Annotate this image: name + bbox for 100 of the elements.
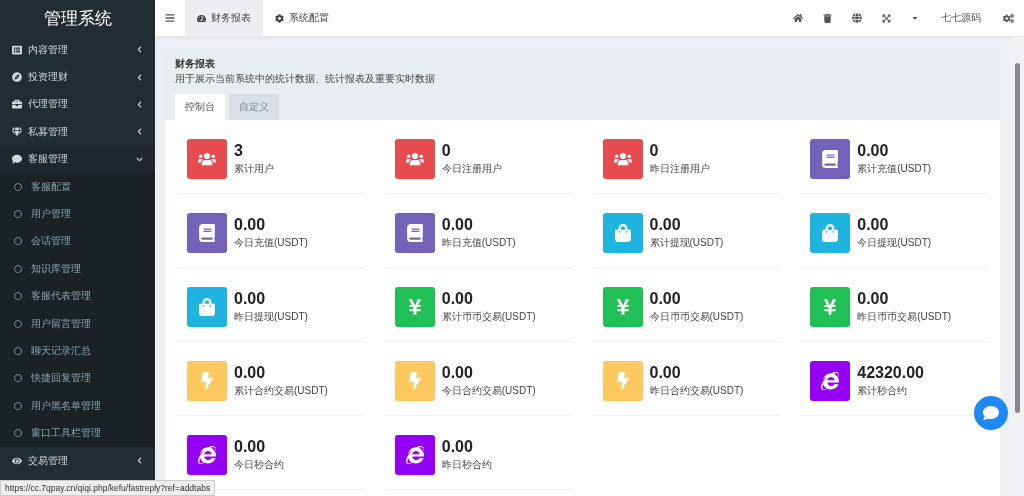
submenu-item[interactable]: 会话管理 xyxy=(0,227,155,256)
submenu-item[interactable]: 客服配置 xyxy=(0,172,155,201)
lightning-icon xyxy=(187,360,227,401)
orbit-icon xyxy=(810,360,851,401)
stat-label: 今日提现(USDT) xyxy=(857,235,932,250)
yen-icon xyxy=(810,286,851,327)
stat-label: 今日合约交易(USDT) xyxy=(441,383,536,398)
menu-icon xyxy=(165,13,175,23)
sidebar-item-label: 客服管理 xyxy=(28,152,69,167)
stat-value: 3 xyxy=(234,141,244,160)
submenu-item-label: 用户管理 xyxy=(31,207,71,222)
yen-icon xyxy=(602,286,643,327)
stat-label: 累计秒合约 xyxy=(857,383,909,398)
trash-icon xyxy=(823,13,832,23)
stat-value: 0.00 xyxy=(649,363,682,382)
stat-label: 昨日秒合约 xyxy=(441,457,492,472)
sidebar-item-label: 交易管理 xyxy=(28,453,69,468)
stat-value: 0.00 xyxy=(649,289,682,308)
orbit-icon xyxy=(187,434,227,475)
chevron-left-icon xyxy=(136,100,143,108)
sidebar-item[interactable]: 交易管理 xyxy=(0,446,155,475)
yen-icon xyxy=(394,286,435,327)
sidebar-item[interactable]: 内容管理 xyxy=(0,36,155,64)
sidebar-item-label: 代理管理 xyxy=(28,97,69,112)
submenu-item[interactable]: 用户留言管理 xyxy=(0,309,155,338)
submenu-item[interactable]: 快捷回复管理 xyxy=(0,364,155,393)
stat-value: 0.00 xyxy=(234,363,267,382)
stat-label: 累计用户 xyxy=(234,161,274,176)
stat-label: 今日秒合约 xyxy=(234,457,284,472)
book-icon xyxy=(187,212,227,253)
submenu-item[interactable]: 用户黑名单管理 xyxy=(0,392,155,420)
submenu-item-label: 窗口工具栏管理 xyxy=(31,426,101,441)
panel-title: 财务报表 xyxy=(175,57,216,71)
stat-label: 累计提现(USDT) xyxy=(649,235,724,250)
submenu-item[interactable]: 客服代表管理 xyxy=(0,282,155,310)
sidebar-item[interactable]: 投资理财 xyxy=(0,63,155,91)
status-url: https://cc.7qpay.cn/qiqi.php/kefu/fastreply?ref=addtabs xyxy=(0,480,216,496)
stat-label: 累计充值(USDT) xyxy=(857,161,932,176)
sidebar-item-label: 投资理财 xyxy=(28,70,69,85)
dashboard-icon xyxy=(197,13,206,23)
chevron-left-icon xyxy=(136,73,143,81)
sidebar-item[interactable]: 代理管理 xyxy=(0,90,155,119)
tab[interactable]: 系统配置 xyxy=(263,0,341,36)
stat-value: 0.00 xyxy=(441,437,474,456)
shopping-bag-icon xyxy=(602,212,643,253)
caret-icon xyxy=(911,14,919,22)
speech-bubble-icon xyxy=(983,405,999,421)
scrollbar[interactable] xyxy=(1010,37,1024,496)
submenu-item[interactable]: 知识库管理 xyxy=(0,255,155,283)
submenu-item[interactable]: 用户管理 xyxy=(0,200,155,228)
submenu-item[interactable]: 聊天记录汇总 xyxy=(0,337,155,365)
stat-label: 累计合约交易(USDT) xyxy=(234,383,328,398)
globe-icon xyxy=(852,13,862,23)
stat-value: 0 xyxy=(649,141,660,160)
stat-value: 0.00 xyxy=(234,289,267,308)
submenu-item-label: 知识库管理 xyxy=(31,261,81,276)
users-icon xyxy=(394,138,435,179)
stat-label: 昨日币币交易(USDT) xyxy=(857,309,952,324)
lightning-icon xyxy=(602,360,643,401)
tab[interactable]: 财务报表 xyxy=(185,0,263,36)
chevron-left-icon xyxy=(136,128,143,136)
expand-icon xyxy=(882,13,891,23)
diamond-icon xyxy=(12,126,22,137)
stat-label: 累计币币交易(USDT) xyxy=(441,309,536,324)
stat-value: 0.00 xyxy=(649,215,682,234)
stat-label: 今日币币交易(USDT) xyxy=(649,309,744,324)
submenu-item-label: 客服代表管理 xyxy=(31,289,91,304)
shopping-bag-icon xyxy=(187,286,227,327)
chevron-down-icon xyxy=(136,155,143,163)
speech-bubble-icon xyxy=(12,154,22,165)
stat-value: 0.00 xyxy=(234,215,267,234)
sidebar-item[interactable]: 私募管理 xyxy=(0,118,155,146)
shopping-bag-icon xyxy=(810,212,851,253)
briefcase-icon xyxy=(12,99,22,110)
sidebar-item-label: 私募管理 xyxy=(28,124,69,139)
gears-icon xyxy=(1003,12,1014,24)
lightning-icon xyxy=(394,360,435,401)
stat-value: 0.00 xyxy=(441,289,474,308)
tab[interactable]: 控制台 xyxy=(175,94,225,120)
stat-value: 0.00 xyxy=(857,141,890,160)
orbit-icon xyxy=(394,434,435,475)
eye-icon xyxy=(12,455,22,466)
stat-value: 0.00 xyxy=(857,289,890,308)
chevron-left-icon xyxy=(136,46,143,54)
submenu-item-label: 快捷回复管理 xyxy=(31,371,91,386)
list-icon xyxy=(12,44,22,55)
users-icon xyxy=(187,138,227,179)
stat-value: 0.00 xyxy=(441,215,474,234)
submenu-item[interactable]: 窗口工具栏管理 xyxy=(0,419,155,447)
stat-label: 昨日合约交易(USDT) xyxy=(649,383,744,398)
book-icon xyxy=(394,212,435,253)
stat-value: 0.00 xyxy=(857,215,890,234)
compass-icon xyxy=(12,72,22,83)
stat-value: 0.00 xyxy=(234,437,267,456)
user-name[interactable]: 七七源码 xyxy=(929,11,993,25)
stat-label: 今日充值(USDT) xyxy=(234,235,308,250)
sidebar-item-label: 内容管理 xyxy=(28,42,69,57)
stat-label: 昨日提现(USDT) xyxy=(234,309,308,324)
submenu-item-label: 会话管理 xyxy=(31,234,71,249)
sidebar-item[interactable]: 客服管理 xyxy=(0,145,155,173)
